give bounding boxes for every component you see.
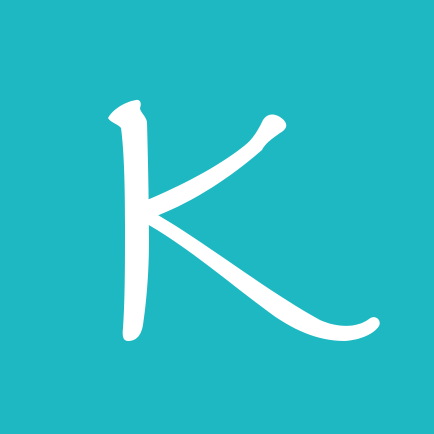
k-letter-logo-icon [0, 0, 434, 434]
app-icon[interactable] [0, 0, 434, 434]
icon-background [0, 0, 434, 434]
